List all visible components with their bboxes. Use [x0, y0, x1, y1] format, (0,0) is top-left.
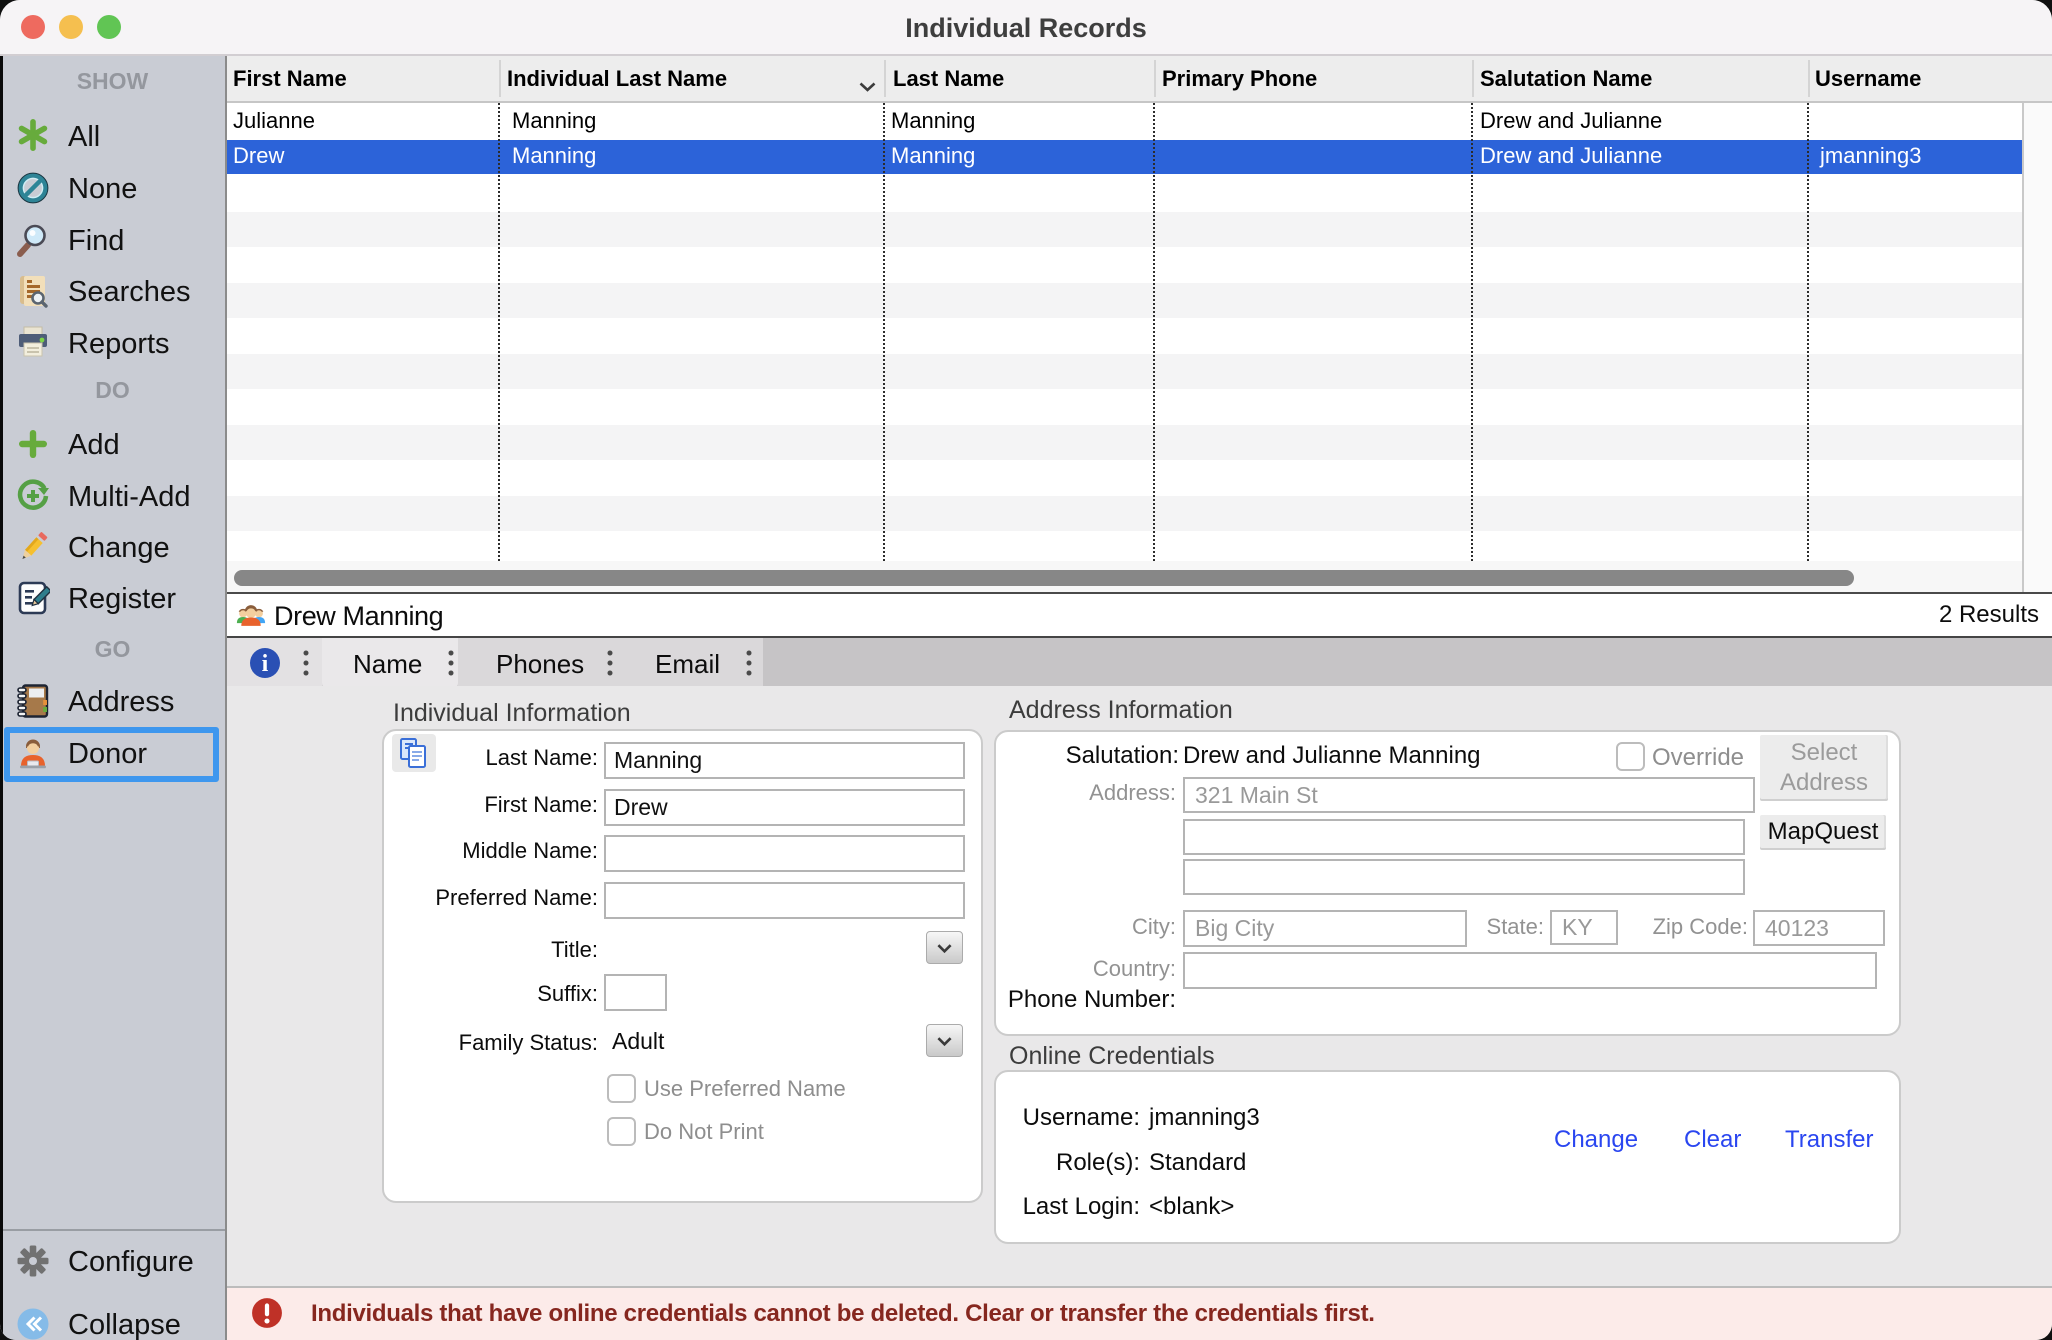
- svg-text:i: i: [262, 651, 269, 677]
